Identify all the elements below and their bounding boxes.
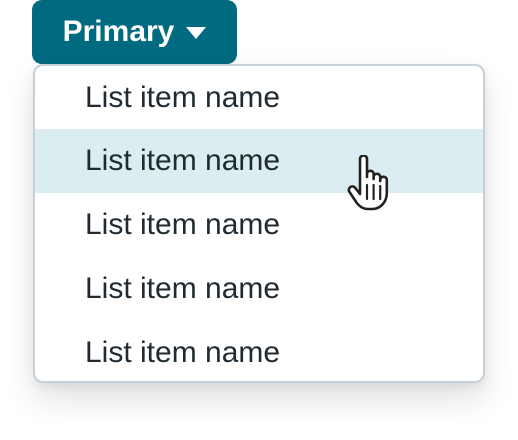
dropdown-stage: Primary List item name List item name Li… — [0, 0, 518, 440]
menu-item-2[interactable]: List item name — [35, 129, 483, 193]
menu-item-label: List item name — [85, 80, 281, 114]
caret-down-icon — [186, 27, 207, 39]
pointer-hand-icon — [347, 155, 389, 211]
menu-item-1[interactable]: List item name — [35, 66, 483, 129]
menu-item-4[interactable]: List item name — [35, 257, 483, 321]
menu-item-label: List item name — [85, 208, 281, 241]
menu-item-5[interactable]: List item name — [35, 321, 483, 381]
menu-item-3[interactable]: List item name — [35, 193, 483, 257]
primary-button-label: Primary — [62, 15, 175, 48]
dropdown-menu: List item name List item name List item … — [33, 64, 485, 383]
menu-item-label: List item name — [85, 144, 281, 177]
menu-item-label: List item name — [85, 336, 281, 369]
menu-item-label: List item name — [85, 272, 281, 305]
primary-dropdown-button[interactable]: Primary — [32, 0, 237, 64]
